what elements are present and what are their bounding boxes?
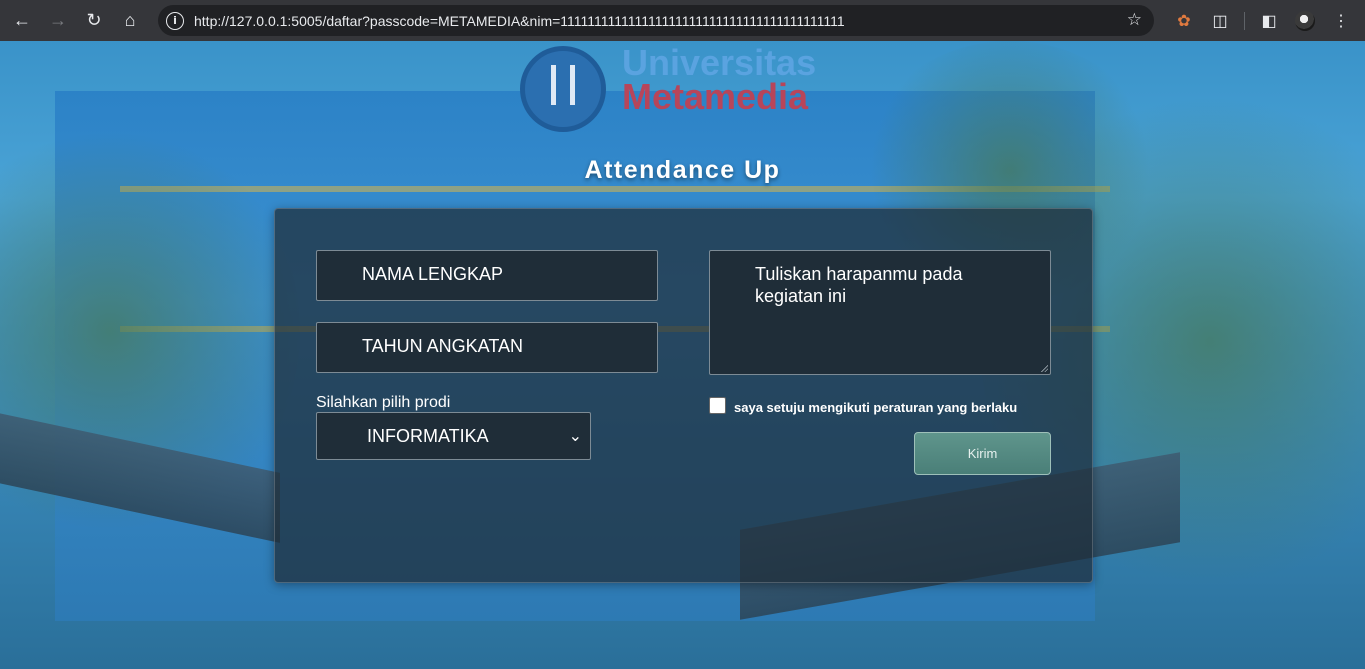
- prodi-selected-value: INFORMATIKA: [367, 426, 489, 446]
- url-text[interactable]: http://127.0.0.1:5005/daftar?passcode=ME…: [194, 13, 845, 29]
- resize-handle-icon[interactable]: [1040, 364, 1048, 372]
- home-icon[interactable]: ⌂: [112, 3, 148, 39]
- prodi-label: Silahkan pilih prodi: [316, 394, 451, 411]
- back-icon[interactable]: ←: [4, 3, 40, 39]
- nama-lengkap-input[interactable]: NAMA LENGKAP: [316, 250, 658, 301]
- site-info-icon[interactable]: i: [166, 11, 184, 30]
- kirim-button[interactable]: Kirim: [914, 432, 1051, 475]
- agree-checkbox[interactable]: [709, 397, 726, 414]
- page-title: Attendance Up: [584, 156, 781, 184]
- university-sign: Universitas Metamedia: [520, 42, 817, 132]
- tahun-angkatan-placeholder: TAHUN ANGKATAN: [362, 336, 524, 356]
- browser-toolbar: ← → ↻ ⌂ i http://127.0.0.1:5005/daftar?p…: [0, 0, 1365, 41]
- extensions-puzzle-icon[interactable]: ◫: [1202, 3, 1238, 39]
- agree-label: saya setuju mengikuti peraturan yang ber…: [734, 400, 1018, 415]
- forward-icon[interactable]: →: [40, 3, 76, 39]
- sign-line2: Metamedia: [622, 76, 809, 117]
- reload-icon[interactable]: ↻: [76, 3, 112, 39]
- extension-cookie-icon[interactable]: ✿: [1166, 3, 1202, 39]
- avatar: [1295, 10, 1315, 31]
- nama-lengkap-placeholder: NAMA LENGKAP: [362, 264, 504, 284]
- side-panel-icon[interactable]: ◧: [1251, 3, 1287, 39]
- prodi-select[interactable]: INFORMATIKA ⌄: [316, 412, 591, 460]
- harapan-placeholder: Tuliskan harapanmu pada kegiatan ini: [755, 264, 963, 306]
- profile-avatar[interactable]: [1287, 3, 1323, 39]
- browser-menu-icon[interactable]: ⋮: [1323, 3, 1359, 39]
- toolbar-divider: [1244, 11, 1245, 30]
- chevron-down-icon: ⌄: [568, 426, 582, 445]
- university-logo: [520, 46, 606, 132]
- bookmark-star-icon[interactable]: ☆: [1127, 10, 1142, 30]
- tahun-angkatan-input[interactable]: TAHUN ANGKATAN: [316, 322, 658, 373]
- harapan-textarea[interactable]: Tuliskan harapanmu pada kegiatan ini: [709, 250, 1051, 375]
- sign-line1: Universitas: [622, 42, 817, 83]
- attendance-form: NAMA LENGKAP TAHUN ANGKATAN Silahkan pil…: [274, 208, 1093, 583]
- address-bar[interactable]: i http://127.0.0.1:5005/daftar?passcode=…: [158, 5, 1154, 36]
